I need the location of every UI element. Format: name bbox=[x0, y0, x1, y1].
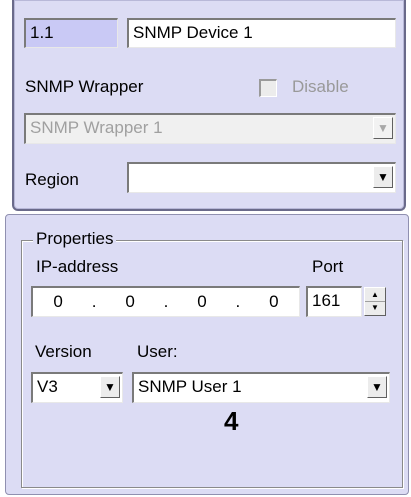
device-id-field[interactable]: 1.1 bbox=[24, 18, 118, 48]
properties-title: Properties bbox=[33, 229, 117, 249]
ip-address-label: IP-address bbox=[36, 257, 119, 276]
version-value: V3 bbox=[37, 377, 58, 396]
callout-number: 4 bbox=[224, 406, 239, 436]
snmp-wrapper-value: SNMP Wrapper 1 bbox=[30, 118, 163, 137]
ip-dot: . bbox=[235, 292, 241, 311]
snmp-wrapper-select[interactable]: SNMP Wrapper 1 ▼ bbox=[24, 113, 396, 144]
ip-octet-4: 0 bbox=[269, 292, 279, 311]
spin-up-icon[interactable]: ▲ bbox=[365, 288, 385, 301]
version-select[interactable]: V3 ▼ bbox=[31, 372, 123, 403]
ip-octet-1: 0 bbox=[53, 292, 63, 311]
device-name-field[interactable]: SNMP Device 1 bbox=[127, 18, 396, 48]
port-spinner[interactable]: ▲ ▼ bbox=[364, 287, 386, 316]
chevron-down-icon[interactable]: ▼ bbox=[100, 376, 120, 398]
ip-address-field[interactable]: 0 . 0 . 0 . 0 bbox=[31, 286, 300, 317]
chevron-down-icon[interactable]: ▼ bbox=[367, 376, 387, 398]
region-select[interactable]: ▼ bbox=[127, 162, 396, 193]
version-label: Version bbox=[35, 342, 92, 361]
chevron-down-icon[interactable]: ▼ bbox=[373, 166, 393, 188]
ip-dot: . bbox=[163, 292, 169, 311]
port-field[interactable]: 161 bbox=[306, 286, 362, 317]
ip-octet-3: 0 bbox=[197, 292, 207, 311]
disable-label: Disable bbox=[292, 77, 349, 96]
user-value: SNMP User 1 bbox=[138, 377, 242, 396]
ip-dot: . bbox=[91, 292, 97, 311]
chevron-down-icon[interactable]: ▼ bbox=[373, 117, 393, 139]
port-label: Port bbox=[312, 257, 344, 276]
user-label: User: bbox=[137, 342, 178, 361]
spin-down-icon[interactable]: ▼ bbox=[365, 301, 385, 314]
user-select[interactable]: SNMP User 1 ▼ bbox=[132, 372, 390, 403]
ip-octet-2: 0 bbox=[125, 292, 135, 311]
region-label: Region bbox=[25, 170, 79, 189]
properties-groupbox bbox=[21, 240, 403, 488]
snmp-wrapper-label: SNMP Wrapper bbox=[25, 77, 144, 96]
disable-checkbox[interactable] bbox=[259, 79, 277, 97]
